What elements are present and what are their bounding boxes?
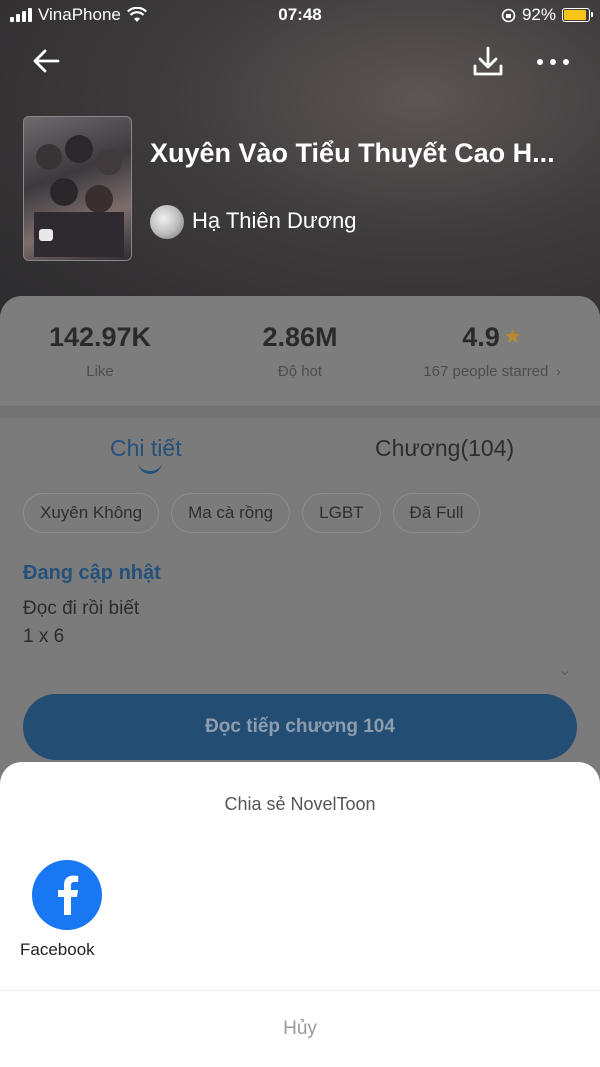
orientation-lock-icon bbox=[501, 8, 516, 22]
author-name[interactable]: Hạ Thiên Dương bbox=[192, 208, 357, 234]
arrow-left-icon bbox=[33, 49, 60, 73]
hot-label: Độ hot bbox=[277, 363, 323, 380]
tab-details[interactable]: Chi tiết bbox=[110, 435, 182, 462]
facebook-icon bbox=[58, 875, 79, 915]
tag-chip[interactable]: Đã Full bbox=[392, 493, 481, 533]
chevron-right-icon: › bbox=[556, 364, 561, 379]
stat-likes: 142.97K Like bbox=[0, 322, 200, 380]
download-button[interactable] bbox=[470, 44, 506, 80]
share-sheet-title: Chia sẻ NovelToon bbox=[224, 794, 376, 814]
stat-hot: 2.86M Độ hot bbox=[200, 322, 400, 380]
book-cover[interactable] bbox=[23, 116, 132, 261]
genre-tags: Xuyên Không Ma cà rồng LGBT Đã Full bbox=[23, 493, 481, 533]
stat-rating[interactable]: 4.9 ★ 167 people starred › bbox=[392, 322, 592, 380]
cancel-button[interactable]: Hủy bbox=[0, 991, 600, 1067]
hot-count: 2.86M bbox=[262, 322, 338, 352]
share-option-label: Facebook bbox=[20, 940, 95, 959]
status-bar-right: 92% bbox=[501, 5, 593, 25]
rating-count-label: 167 people starred bbox=[423, 363, 549, 380]
likes-count: 142.97K bbox=[48, 322, 152, 352]
share-facebook-button[interactable] bbox=[32, 860, 102, 930]
active-tab-indicator bbox=[138, 462, 162, 474]
description-line: 1 x 6 bbox=[23, 626, 65, 647]
update-status: Đang cập nhật bbox=[23, 562, 161, 584]
tag-chip[interactable]: LGBT bbox=[302, 493, 381, 533]
share-sheet: Chia sẻ NovelToon Facebook Hủy bbox=[0, 762, 600, 1067]
more-options-button[interactable] bbox=[536, 50, 570, 74]
likes-label: Like bbox=[86, 363, 114, 380]
battery-percent: 92% bbox=[521, 5, 556, 24]
description-line: Đọc đi rồi biết bbox=[23, 598, 140, 619]
continue-reading-button[interactable]: Đọc tiếp chương 104 bbox=[23, 694, 577, 760]
author-avatar[interactable] bbox=[150, 205, 184, 239]
tag-chip[interactable]: Ma cà rồng bbox=[171, 493, 291, 533]
status-bar: VinaPhone 07:48 92% bbox=[0, 0, 600, 30]
chevron-down-icon[interactable]: ⌄ bbox=[558, 660, 571, 680]
book-title: Xuyên Vào Tiểu Thuyết Cao H... bbox=[150, 138, 555, 168]
more-horizontal-icon bbox=[537, 59, 569, 65]
back-button[interactable] bbox=[30, 44, 64, 78]
rating-value: 4.9 bbox=[462, 322, 500, 352]
star-icon: ★ bbox=[503, 326, 522, 348]
battery-icon bbox=[562, 8, 593, 22]
tab-chapters[interactable]: Chương(104) bbox=[375, 435, 514, 462]
book-header: VinaPhone 07:48 92% Xuyên Vào Tiểu Thuyế… bbox=[0, 0, 600, 330]
cover-art-image bbox=[34, 135, 124, 257]
tag-chip[interactable]: Xuyên Không bbox=[23, 493, 160, 533]
stats-row: 142.97K Like 2.86M Độ hot 4.9 ★ 167 peopl… bbox=[0, 296, 600, 406]
section-divider bbox=[0, 406, 600, 418]
download-icon bbox=[473, 46, 503, 76]
